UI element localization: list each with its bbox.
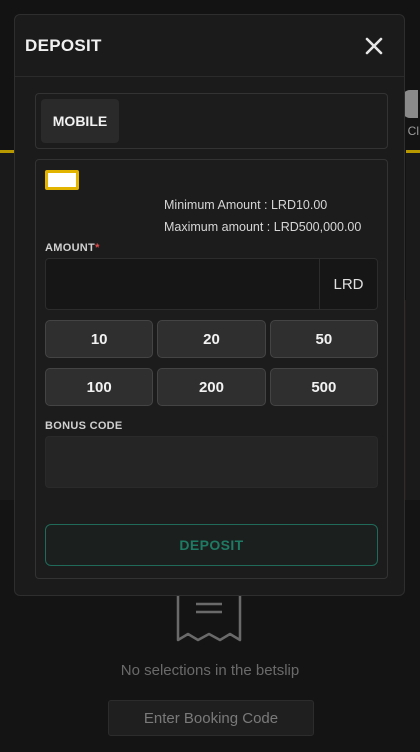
amount-label-text: AMOUNT xyxy=(45,242,96,254)
payment-method-selector: MOBILE xyxy=(35,93,388,149)
quick-amount-10-button[interactable]: 10 xyxy=(45,320,154,358)
modal-header: DEPOSIT xyxy=(15,15,404,77)
operator-logo xyxy=(45,170,79,190)
maximum-amount-text: Maximum amount : LRD500,000.00 xyxy=(164,220,362,234)
quick-amount-200-button[interactable]: 200 xyxy=(157,368,266,406)
tab-mobile[interactable]: MOBILE xyxy=(41,99,119,143)
amount-field: LRD xyxy=(45,258,378,310)
receipt-icon xyxy=(176,592,242,642)
background-right-label: Cl xyxy=(407,124,419,138)
quick-amount-100-button[interactable]: 100 xyxy=(45,368,154,406)
close-icon[interactable] xyxy=(364,36,384,56)
enter-booking-code-button[interactable]: Enter Booking Code xyxy=(108,700,314,736)
currency-label: LRD xyxy=(319,259,377,309)
bonus-code-label: BONUS CODE xyxy=(45,420,123,432)
deposit-form: Minimum Amount : LRD10.00 Maximum amount… xyxy=(35,159,388,579)
quick-amount-50-button[interactable]: 50 xyxy=(269,320,378,358)
deposit-button[interactable]: DEPOSIT xyxy=(45,524,378,566)
betslip-empty-text: No selections in the betslip xyxy=(120,662,300,679)
minimum-amount-text: Minimum Amount : LRD10.00 xyxy=(164,198,328,212)
modal-title: DEPOSIT xyxy=(25,35,102,55)
quick-amount-grid: 10 20 50 100 200 500 xyxy=(45,320,378,406)
amount-input[interactable] xyxy=(46,259,319,309)
required-mark: * xyxy=(95,242,100,254)
bonus-code-input[interactable] xyxy=(45,436,378,488)
deposit-modal: DEPOSIT MOBILE Minimum Amount : LRD10.00… xyxy=(14,14,405,596)
quick-amount-500-button[interactable]: 500 xyxy=(269,368,378,406)
quick-amount-20-button[interactable]: 20 xyxy=(157,320,266,358)
amount-label: AMOUNT* xyxy=(45,242,100,254)
